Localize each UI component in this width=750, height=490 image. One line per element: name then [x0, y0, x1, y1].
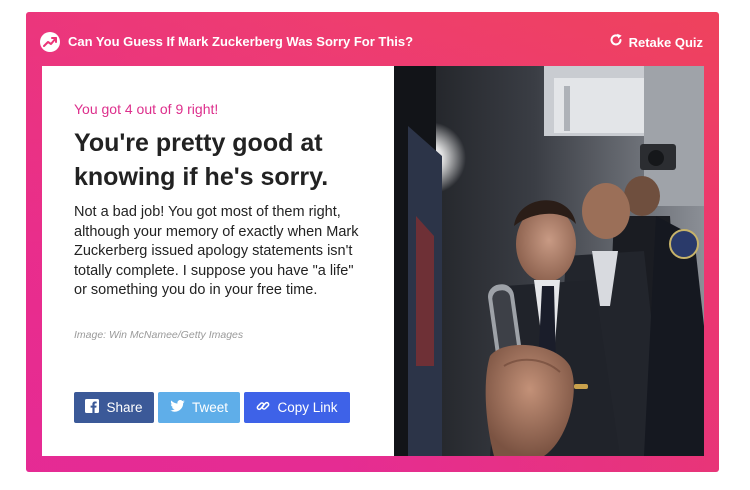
twitter-share-button[interactable]: Tweet — [158, 392, 240, 423]
result-description: Not a bad job! You got most of them righ… — [74, 204, 359, 298]
copy-link-label: Copy Link — [277, 400, 338, 415]
facebook-icon — [85, 399, 100, 416]
facebook-share-label: Share — [106, 400, 143, 415]
result-text-panel: You got 4 out of 9 right! You're pretty … — [42, 66, 394, 456]
score-text: You got 4 out of 9 right! — [74, 101, 219, 117]
share-buttons: Share Tweet Copy Link — [74, 392, 350, 423]
result-photo — [394, 66, 704, 456]
quiz-header: Can You Guess If Mark Zuckerberg Was Sor… — [26, 12, 719, 66]
copy-link-button[interactable]: Copy Link — [244, 392, 350, 423]
refresh-icon — [609, 33, 623, 52]
image-credit: Image: Win McNamee/Getty Images — [74, 329, 244, 341]
link-icon — [256, 399, 270, 416]
result-headline: You're pretty good at knowing if he's so… — [74, 129, 329, 191]
quiz-title: Can You Guess If Mark Zuckerberg Was Sor… — [68, 34, 414, 49]
trending-arrow-icon — [40, 32, 60, 52]
quiz-result-frame: Can You Guess If Mark Zuckerberg Was Sor… — [26, 12, 719, 472]
twitter-share-label: Tweet — [191, 400, 229, 415]
retake-quiz-button[interactable]: Retake Quiz — [609, 31, 703, 53]
facebook-share-button[interactable]: Share — [74, 392, 154, 423]
twitter-bird-icon — [170, 400, 185, 415]
retake-quiz-label: Retake Quiz — [628, 34, 703, 50]
result-card: You got 4 out of 9 right! You're pretty … — [42, 66, 704, 456]
